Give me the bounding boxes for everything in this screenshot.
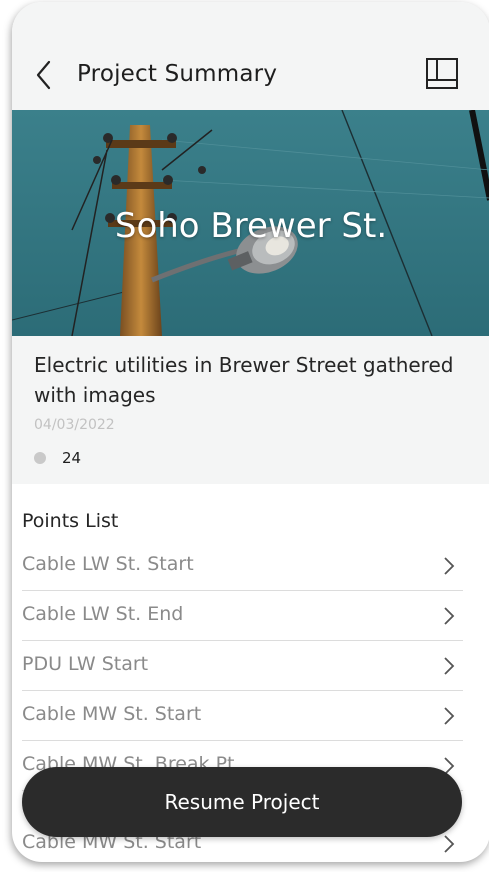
back-button[interactable] — [34, 58, 56, 92]
list-item[interactable]: PDU LW Start — [22, 641, 463, 691]
list-item[interactable]: Cable MW St. Start — [22, 691, 463, 741]
list-item-label: Cable MW St. Start — [22, 703, 202, 725]
list-item-label: Cable LW St. End — [22, 603, 184, 625]
list-item[interactable]: Cable LW St. Start — [22, 541, 463, 591]
chevron-left-icon — [36, 60, 51, 90]
page-title: Project Summary — [77, 61, 278, 87]
chevron-right-icon — [444, 607, 455, 625]
project-hero-image: Soho Brewer St. — [12, 110, 489, 336]
project-date: 04/03/2022 — [34, 417, 115, 433]
chevron-right-icon — [444, 557, 455, 575]
resume-project-button[interactable]: Resume Project — [22, 767, 462, 837]
list-item-label: PDU LW Start — [22, 653, 149, 675]
list-item-label: Cable LW St. Start — [22, 553, 194, 575]
project-name-title: Soho Brewer St. — [114, 206, 388, 246]
app-header: Project Summary — [12, 2, 489, 110]
points-dot-icon — [34, 452, 46, 464]
chevron-right-icon — [444, 657, 455, 675]
chevron-right-icon — [444, 835, 455, 853]
points-count: 24 — [62, 449, 82, 467]
chevron-right-icon — [444, 707, 455, 725]
map-layout-icon — [426, 58, 458, 89]
project-description: Electric utilities in Brewer Street gath… — [34, 353, 454, 407]
project-info: Electric utilities in Brewer Street gath… — [12, 336, 489, 484]
points-list-title: Points List — [22, 510, 119, 532]
map-view-button[interactable] — [424, 56, 460, 92]
list-item[interactable]: Cable LW St. End — [22, 591, 463, 641]
